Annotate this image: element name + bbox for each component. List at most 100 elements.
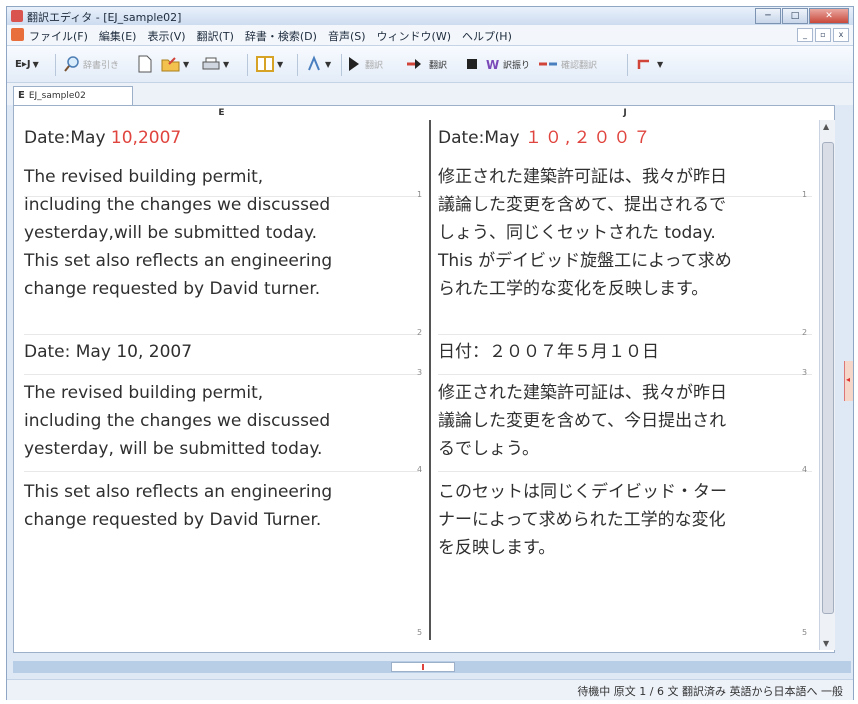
svg-text:W: W [486, 58, 499, 72]
chevron-down-icon: ▼ [183, 59, 190, 69]
segment-divider [24, 334, 419, 335]
style-button[interactable]: ▼ [305, 54, 331, 74]
back-translate-icon [539, 62, 557, 66]
target-line: るでしょう。 [438, 439, 539, 459]
document-icon[interactable] [11, 28, 24, 41]
segment-number: 2 [802, 328, 808, 337]
target-line: 日付：２００７年５月１０日 [438, 342, 659, 362]
segment-divider [438, 374, 812, 375]
translate-button[interactable]: 翻訳 [347, 54, 383, 74]
minimize-button[interactable]: ─ [755, 8, 781, 24]
undo-icon [637, 59, 649, 69]
close-button[interactable]: ✕ [809, 8, 849, 24]
reverse-mapping-icon: W [486, 58, 499, 72]
mdi-minimize-button[interactable]: _ [797, 28, 813, 42]
target-line: 議論した変更を含めて、今日提出され [438, 411, 727, 431]
printer-icon [202, 57, 220, 70]
translation-editor: E J Date:May 10,2007 Date:May １０,２００７ 1 … [13, 105, 835, 653]
chevron-down-icon: ▼ [277, 59, 284, 69]
print-button[interactable]: ▼ [201, 54, 229, 74]
reverse-mapping-button[interactable]: W 訳振り [485, 54, 530, 74]
mdi-controls: _ ▫ x [795, 28, 849, 42]
app-icon [11, 10, 23, 22]
source-line: change requested by David turner. [24, 279, 321, 299]
source-line: yesterday,will be submitted today. [24, 223, 318, 243]
toolbar-separator [247, 54, 248, 76]
mdi-restore-button[interactable]: ▫ [815, 28, 831, 42]
source-segment-5[interactable]: This set also reflects an engineering ch… [24, 478, 332, 534]
segment-divider [438, 334, 812, 335]
segment-divider [24, 374, 419, 375]
target-segment-1[interactable]: Date:May １０,２００７ [438, 124, 653, 152]
undo-button[interactable]: ▼ [635, 54, 663, 74]
tab-document[interactable]: E EJ_sample02 [13, 86, 133, 105]
grip-icon [422, 664, 424, 670]
layout-button[interactable]: ▼ [255, 54, 283, 74]
menu-speech[interactable]: 音声(S) [328, 28, 366, 44]
menu-window[interactable]: ウィンドウ(W) [377, 28, 451, 44]
horizontal-scroll-thumb[interactable] [391, 662, 455, 672]
source-line: The revised building permit, [24, 167, 264, 187]
english-doc-icon: E [18, 90, 25, 101]
source-segment-2[interactable]: The revised building permit, including t… [24, 163, 332, 303]
source-line: yesterday, will be submitted today. [24, 439, 323, 459]
translate-all-icon [407, 59, 421, 69]
segment-number: 5 [417, 628, 423, 637]
direction-button[interactable]: E▸J ▼ [15, 54, 39, 74]
source-segment-3[interactable]: Date: May 10, 2007 [24, 338, 192, 366]
source-line: change requested by David Turner. [24, 510, 322, 530]
magnifier-icon [64, 56, 79, 72]
source-line: Date: May 10, 2007 [24, 342, 193, 362]
menu-dictionary[interactable]: 辞書・検索(D) [245, 28, 317, 44]
target-segment-4[interactable]: 修正された建築許可証は、我々が昨日 議論した変更を含めて、今日提出され るでしょ… [438, 379, 727, 463]
window-title: 翻訳エディタ - [EJ_sample02] [27, 11, 182, 24]
stop-icon [467, 59, 477, 69]
document-tabs: E EJ_sample02 [7, 83, 853, 105]
menu-translate[interactable]: 翻訳(T) [197, 28, 234, 44]
target-line: ナーによって求められた工学的な変化 [438, 510, 726, 530]
title-bar[interactable]: 翻訳エディタ - [EJ_sample02] ─ □ ✕ [7, 7, 853, 25]
menu-file[interactable]: ファイル(F) [29, 28, 88, 44]
new-document-button[interactable] [137, 54, 153, 74]
horizontal-scrollbar[interactable] [13, 661, 851, 673]
scroll-down-icon[interactable]: ▼ [823, 639, 829, 648]
segment-divider [24, 471, 419, 472]
vertical-scrollbar[interactable]: ▲ ▼ [819, 120, 835, 650]
scroll-up-icon[interactable]: ▲ [823, 122, 829, 131]
toolbar: E▸J ▼ 辞書引き ▼ ▼ ▼ ▼ 翻訳 翻訳 W 訳振り 確認翻訳 ▼ [7, 46, 853, 83]
target-segment-2[interactable]: 修正された建築許可証は、我々が昨日 議論した変更を含めて、提出されるで しょう、… [438, 163, 732, 303]
maximize-button[interactable]: □ [782, 8, 808, 24]
brush-icon [308, 55, 320, 71]
target-column-header: J [623, 108, 627, 118]
status-text: 待機中 原文 1 / 6 文 翻訳済み 英語から日本語へ 一般 [577, 685, 843, 698]
status-bar: 待機中 原文 1 / 6 文 翻訳済み 英語から日本語へ 一般 [7, 679, 853, 700]
back-translate-button[interactable]: 確認翻訳 [537, 54, 597, 74]
source-segment-1[interactable]: Date:May 10,2007 [24, 124, 181, 152]
target-segment-5[interactable]: このセットは同じくデイビッド・ター ナーによって求められた工学的な変化 を反映し… [438, 478, 727, 562]
menu-view[interactable]: 表示(V) [147, 28, 185, 44]
side-panel-tab[interactable]: ◂ [844, 361, 853, 401]
target-line: 修正された建築許可証は、我々が昨日 [438, 383, 727, 403]
translate-all-button[interactable]: 翻訳 [405, 54, 447, 74]
stop-button[interactable] [465, 54, 479, 74]
target-segment-3[interactable]: 日付：２００７年５月１０日 [438, 338, 659, 366]
segment-number: 2 [417, 328, 423, 337]
mdi-close-button[interactable]: x [833, 28, 849, 42]
target-line: 修正された建築許可証は、我々が昨日 [438, 167, 727, 187]
split-view-icon [256, 56, 274, 72]
menu-help[interactable]: ヘルプ(H) [462, 28, 512, 44]
dictionary-lookup-button[interactable]: 辞書引き [63, 54, 119, 74]
chevron-down-icon: ▼ [325, 59, 332, 69]
source-column-header: E [218, 108, 225, 118]
source-segment-4[interactable]: The revised building permit, including t… [24, 379, 330, 463]
segment-number: 4 [802, 465, 808, 474]
open-button[interactable]: ▼ [161, 54, 189, 74]
scroll-thumb[interactable] [822, 142, 834, 614]
menu-edit[interactable]: 編集(E) [99, 28, 137, 44]
toolbar-separator [55, 54, 56, 76]
source-line: Date:May 10,2007 [24, 128, 182, 148]
target-line: Date:May １０,２００７ [438, 128, 654, 148]
column-divider[interactable] [429, 120, 431, 640]
target-line: しょう、同じくセットされた today. [438, 223, 716, 243]
segment-number: 1 [417, 190, 423, 199]
